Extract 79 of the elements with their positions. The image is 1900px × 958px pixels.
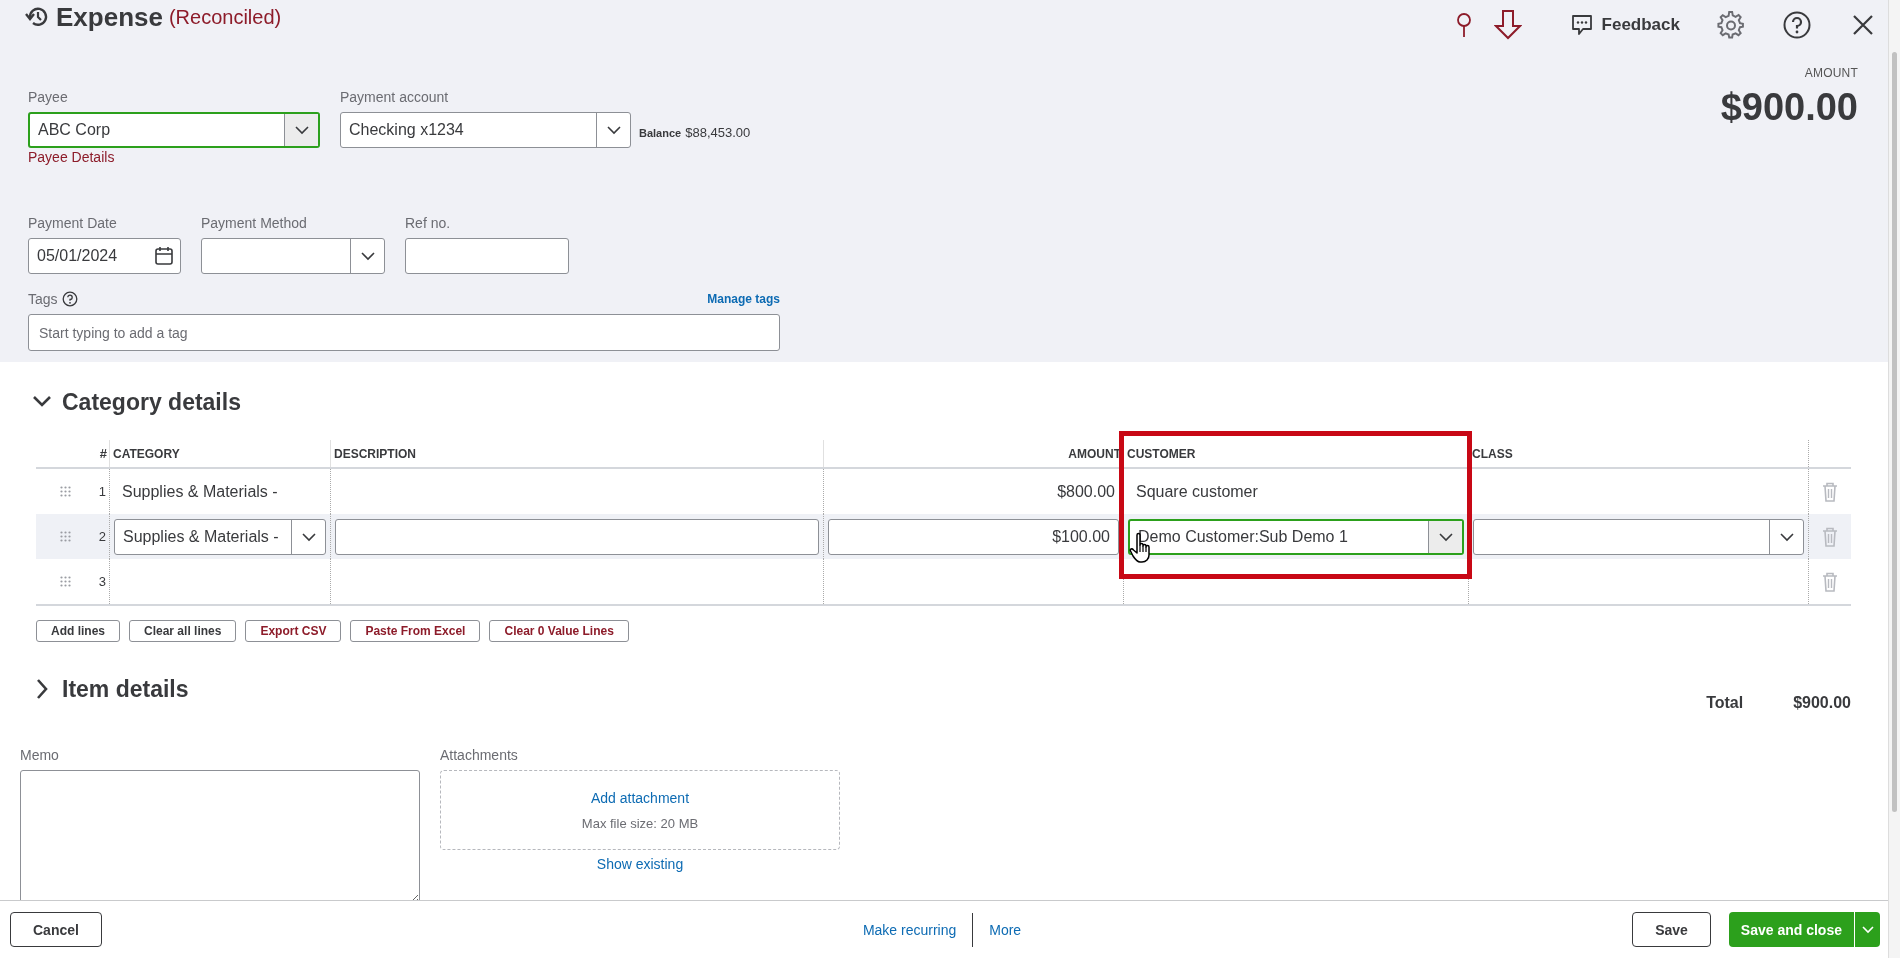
field-label: Payment Date — [28, 214, 118, 232]
total-label: Total — [1706, 694, 1744, 712]
field-label: Ref no. — [405, 214, 452, 232]
table-action-button[interactable]: Export CSV — [245, 620, 342, 642]
feedback-button[interactable]: Feedback — [1569, 14, 1680, 36]
make-recurring-link[interactable]: Make recurring — [862, 921, 957, 938]
tags-field[interactable]: Start typing to add a tag — [28, 314, 780, 351]
table-action-button[interactable]: Clear 0 Value Lines — [489, 620, 629, 642]
dropdown-toggle[interactable] — [1428, 520, 1462, 553]
status-label: (Reconciled) — [168, 5, 282, 29]
row-number: 2 — [97, 528, 107, 546]
chat-icon — [1569, 14, 1594, 36]
column-header: DESCRIPTION — [330, 440, 823, 467]
add-attachment-link[interactable]: Add attachment — [590, 789, 690, 806]
field-label: Payee — [28, 88, 69, 106]
caret-icon — [1861, 925, 1874, 934]
drag-handle-icon[interactable] — [59, 575, 72, 588]
amount-label: AMOUNT — [1804, 66, 1858, 80]
section-toggle[interactable]: Item details — [32, 669, 1707, 709]
dropdown-toggle[interactable] — [284, 114, 318, 146]
date-field[interactable]: 05/01/2024 — [28, 238, 181, 274]
description-field[interactable] — [335, 518, 819, 555]
row-number: 1 — [97, 483, 107, 501]
amount-total: $900.00 — [1720, 86, 1858, 129]
table-action-button[interactable]: Add lines — [36, 620, 120, 642]
account-field[interactable]: Checking x1234 — [340, 112, 631, 148]
section-toggle[interactable]: Category details — [32, 382, 1888, 422]
category-field[interactable]: Supplies & Materials - — [114, 518, 326, 555]
total-value: $900.00 — [1793, 694, 1851, 712]
more-link[interactable]: More — [989, 921, 1022, 938]
down-arrow-icon[interactable] — [1493, 10, 1522, 40]
pin-icon[interactable] — [1455, 12, 1472, 38]
payee-details-link[interactable]: Payee Details — [28, 149, 115, 165]
scrollbar[interactable] — [1888, 0, 1900, 958]
calendar-icon[interactable] — [154, 246, 174, 266]
cancel-button[interactable]: Cancel — [10, 912, 102, 947]
caret-icon — [359, 251, 376, 261]
trash-icon[interactable] — [1820, 480, 1840, 503]
amount-field[interactable]: $100.00 — [828, 518, 1119, 555]
column-header: # — [98, 445, 108, 463]
settings-icon[interactable] — [1716, 10, 1746, 40]
show-existing-link[interactable]: Show existing — [596, 856, 684, 872]
ref-field[interactable] — [405, 238, 569, 274]
payee-field[interactable]: ABC Corp — [28, 112, 320, 148]
manage-tags-link[interactable]: Manage tags — [707, 292, 780, 306]
page-title: Expense — [56, 1, 163, 33]
table-cell: Supplies & Materials - — [122, 482, 278, 501]
drag-handle-icon[interactable] — [59, 530, 72, 543]
help-icon[interactable] — [1782, 10, 1812, 40]
table-action-button[interactable]: Clear all lines — [129, 620, 237, 642]
caret-icon — [605, 125, 622, 135]
column-header: CLASS — [1468, 440, 1808, 467]
table-cell: $800.00 — [1057, 482, 1115, 501]
field-label: Payment Method — [201, 214, 308, 232]
field-label: Memo — [20, 746, 60, 764]
table-cell: Square customer — [1136, 482, 1258, 501]
field-label: Tags — [28, 290, 58, 308]
method-field[interactable] — [201, 238, 385, 274]
file-size-hint: Max file size: 20 MB — [581, 815, 699, 831]
column-header: AMOUNT — [823, 440, 1123, 467]
column-header: CUSTOMER — [1123, 440, 1468, 467]
field-label: Attachments — [440, 746, 518, 764]
memo-field[interactable] — [20, 770, 420, 900]
row-number: 3 — [97, 573, 107, 591]
column-header: CATEGORY — [109, 440, 330, 467]
caret-icon — [300, 531, 317, 542]
field-label: Payment account — [340, 88, 450, 106]
attachment-dropzone[interactable]: Add attachment Max file size: 20 MB — [440, 770, 840, 850]
drag-handle-icon[interactable] — [59, 485, 72, 498]
save-button[interactable]: Save — [1632, 912, 1711, 947]
help-icon[interactable] — [61, 291, 78, 307]
balance-text: Balance $88,453.00 — [639, 125, 751, 140]
caret-icon — [293, 125, 310, 135]
class-field[interactable] — [1473, 518, 1804, 555]
caret-icon — [1437, 531, 1454, 542]
caret-icon — [1778, 531, 1795, 542]
close-icon[interactable] — [1852, 14, 1874, 36]
trash-icon[interactable] — [1820, 570, 1840, 593]
table-action-button[interactable]: Paste From Excel — [350, 620, 481, 642]
